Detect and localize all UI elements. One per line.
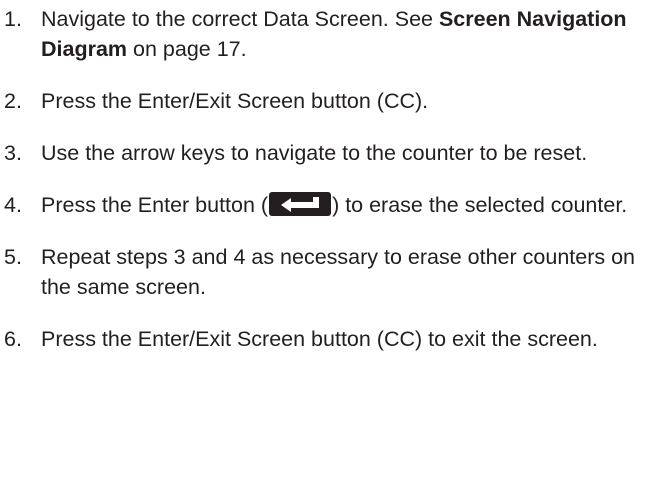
step-text: Press the Enter button ( [41,193,269,217]
step-text: Navigate to the correct Data Screen. See [41,7,439,31]
step-number: 6. [4,327,22,351]
step-4: 4. Press the Enter button ( ) to erase th… [0,190,662,220]
step-text-tail: ) to erase the selected counter. [332,193,628,217]
step-number: 2. [4,89,22,113]
enter-key-icon [269,192,332,216]
step-number: 5. [4,245,22,269]
step-number: 3. [4,141,22,165]
step-number: 1. [4,7,22,31]
step-text: Repeat steps 3 and 4 as necessary to era… [41,245,636,299]
step-2: 2. Press the Enter/Exit Screen button (C… [0,86,662,116]
step-text: Use the arrow keys to navigate to the co… [41,141,588,165]
step-text: Press the Enter/Exit Screen button (CC). [41,89,429,113]
step-text: Press the Enter/Exit Screen button (CC) … [41,327,598,351]
instruction-list: 1. Navigate to the correct Data Screen. … [0,4,662,376]
step-1: 1. Navigate to the correct Data Screen. … [0,4,662,64]
step-text-tail: on page 17. [127,37,247,61]
step-5: 5. Repeat steps 3 and 4 as necessary to … [0,242,662,302]
step-number: 4. [4,193,22,217]
step-6: 6. Press the Enter/Exit Screen button (C… [0,324,662,354]
step-3: 3. Use the arrow keys to navigate to the… [0,138,662,168]
